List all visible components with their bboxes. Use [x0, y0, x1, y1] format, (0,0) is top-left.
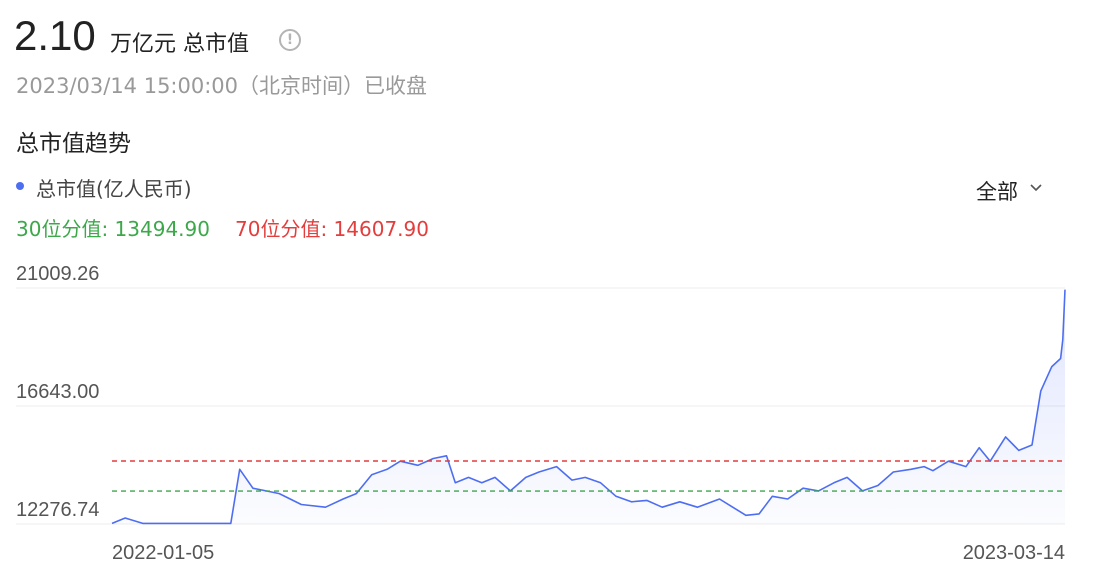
market-cap-chart: 21009.26 16643.00 12276.74 2022-01-05 2023-0… [16, 263, 1066, 564]
percentile-30-label: 30位分值: 13494.90 [16, 217, 210, 241]
total-market-cap-value: 2.10 [14, 12, 96, 59]
chevron-down-icon [1030, 184, 1042, 192]
percentile-70-label: 70位分值: 14607.90 [235, 217, 429, 241]
x-tick-label: 2022-01-05 [112, 542, 214, 564]
info-circle-icon[interactable]: ! [279, 29, 301, 51]
range-select-value: 全部 [976, 180, 1018, 204]
total-market-cap-unit: 万亿元 总市值 [110, 32, 249, 57]
y-tick-label: 12276.74 [16, 499, 99, 521]
close-timestamp: 2023/03/14 15:00:00（北京时间）已收盘 [16, 74, 428, 98]
legend-marker [16, 182, 24, 190]
range-select[interactable]: 全部 [976, 176, 1042, 206]
legend-label: 总市值(亿人民币) [36, 177, 192, 201]
y-tick-label: 16643.00 [16, 381, 99, 403]
x-tick-label: 2023-03-14 [963, 542, 1065, 564]
section-title: 总市值趋势 [16, 131, 131, 157]
y-tick-label: 21009.26 [16, 263, 99, 285]
